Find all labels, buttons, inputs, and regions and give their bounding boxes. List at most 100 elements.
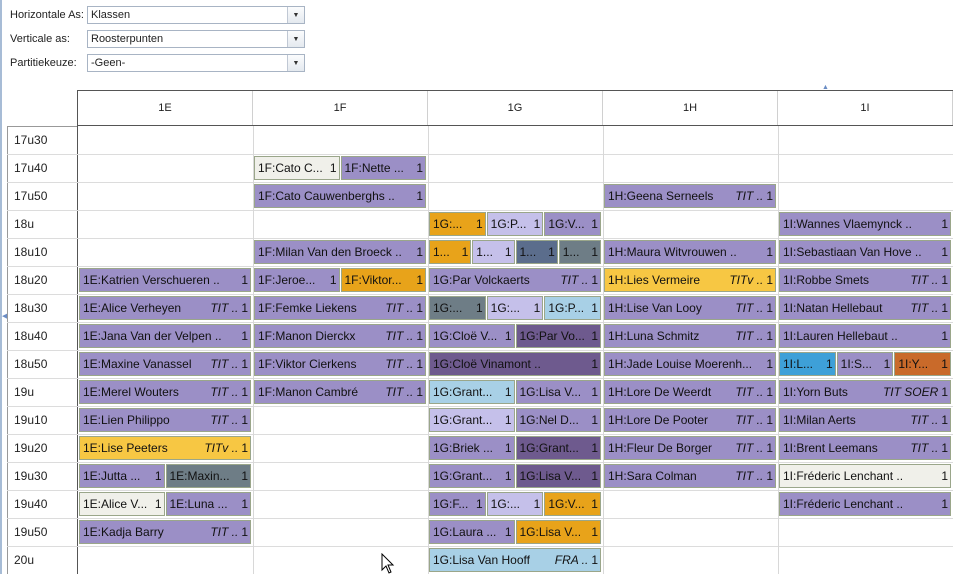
column-header-1h[interactable]: 1H (603, 91, 778, 125)
entry-count: 1 (591, 357, 598, 371)
schedule-entry[interactable]: 1I:L... 1 (779, 352, 836, 376)
schedule-entry[interactable]: 1H:Lore De Weerdt TIT .. 1 (604, 380, 776, 404)
schedule-entry[interactable]: 1G:... 1 (486, 492, 544, 516)
schedule-entry[interactable]: 1H:Lore De Pooter TIT .. 1 (604, 408, 776, 432)
schedule-entry[interactable]: 1I:Milan Aerts TIT .. 1 (779, 408, 951, 432)
schedule-entry[interactable]: 1E:Lise Peeters TITv .. 1 (79, 436, 251, 460)
schedule-entry[interactable]: 1... 1 (515, 240, 558, 264)
entry-count: 1 (766, 469, 773, 483)
schedule-entry[interactable]: 1G:Grant... 1 (429, 380, 515, 404)
schedule-entry[interactable]: 1G:Lisa V... 1 (515, 520, 601, 544)
column-header-1e[interactable]: 1E (78, 91, 253, 125)
schedule-entry[interactable]: 1I:S... 1 (836, 352, 894, 376)
time-slot-label: 17u50 (14, 189, 48, 203)
schedule-entry[interactable]: 1G:V... 1 (544, 212, 601, 236)
schedule-entry[interactable]: 1I:Sebastiaan Van Hove .. 1 (779, 240, 951, 264)
schedule-entry[interactable]: 1... 1 (429, 240, 472, 264)
schedule-entry[interactable]: 1F:Cato Cauwenberghs .. 1 (254, 184, 426, 208)
schedule-entry[interactable]: 1I:Fréderic Lenchant .. 1 (779, 464, 951, 488)
schedule-entry[interactable]: 1F:Femke Liekens TIT .. 1 (254, 296, 426, 320)
schedule-entry[interactable]: 1I:Y... 1 (894, 352, 951, 376)
schedule-entry[interactable]: 1G:Grant... 1 (515, 436, 601, 460)
schedule-entry[interactable]: 1H:Fleur De Borger TIT .. 1 (604, 436, 776, 460)
vertical-axis-combo[interactable]: Roosterpunten ▼ (87, 30, 305, 48)
schedule-entry[interactable]: 1I:Yorn Buts TIT SOER 1 (779, 380, 951, 404)
schedule-entry[interactable]: 1G:Laura ... 1 (429, 520, 515, 544)
schedule-entry[interactable]: 1E:Merel Wouters TIT .. 1 (79, 380, 251, 404)
entry-name: 1I:S... (840, 357, 873, 371)
partition-combo[interactable]: -Geen- ▼ (87, 54, 305, 72)
schedule-entry[interactable]: 1G:Cloë Vinamont .. 1 (429, 352, 601, 376)
schedule-entry[interactable]: 1E:Kadja Barry TIT .. 1 (79, 520, 251, 544)
entry-count: 1 (504, 245, 512, 259)
horizontal-axis-combo[interactable]: Klassen ▼ (87, 6, 305, 24)
schedule-entry[interactable]: 1E:Lien Philippo TIT .. 1 (79, 408, 251, 432)
schedule-entry[interactable]: 1I:Fréderic Lenchant .. 1 (779, 492, 951, 516)
entry-count: 1 (591, 217, 598, 231)
schedule-entry[interactable]: 1H:Jade Louise Moerenh... 1 (604, 352, 776, 376)
schedule-entry[interactable]: 1G:Briek ... 1 (429, 436, 515, 460)
schedule-entry[interactable]: 1I:Natan Hellebaut TIT .. 1 (779, 296, 951, 320)
schedule-entry[interactable]: 1F:Manon Dierckx TIT .. 1 (254, 324, 426, 348)
schedule-entry[interactable]: 1F:Milan Van den Broeck .. 1 (254, 240, 426, 264)
schedule-entry[interactable]: 1F:Nette ... 1 (340, 156, 426, 180)
schedule-entry[interactable]: 1H:Lise Van Looy TIT .. 1 (604, 296, 776, 320)
schedule-entry[interactable]: 1G:Cloë V... 1 (429, 324, 515, 348)
schedule-entry[interactable]: 1G:Lisa V... 1 (515, 464, 601, 488)
entry-name: 1G:Laura ... (433, 525, 497, 539)
schedule-entry[interactable]: 1I:Robbe Smets TIT .. 1 (779, 268, 951, 292)
schedule-entry[interactable]: 1H:Lies Vermeire TITv .. 1 (604, 268, 776, 292)
chevron-down-icon[interactable]: ▼ (287, 7, 304, 23)
schedule-entry[interactable]: 1G:... 1 (429, 296, 486, 320)
schedule-entry[interactable]: 1E:Luna ... 1 (165, 492, 251, 516)
schedule-entry[interactable]: 1G:Par Vo... 1 (515, 324, 601, 348)
entry-count: 1 (766, 329, 773, 343)
schedule-entry[interactable]: 1H:Maura Witvrouwen .. 1 (604, 240, 776, 264)
schedule-entry[interactable]: 1G:V... 1 (544, 492, 601, 516)
schedule-entry[interactable]: 1H:Geena Serneels TIT .. 1 (604, 184, 776, 208)
schedule-entry[interactable]: 1G:Lisa V... 1 (515, 380, 601, 404)
entry-count: 1 (533, 301, 541, 315)
schedule-entry[interactable]: 1E:Katrien Verschueren .. 1 (79, 268, 251, 292)
schedule-entry[interactable]: 1G:Nel D... 1 (515, 408, 601, 432)
schedule-entry[interactable]: 1G:... 1 (429, 212, 486, 236)
schedule-entry[interactable]: 1E:Maxine Vanassel TIT .. 1 (79, 352, 251, 376)
schedule-entry[interactable]: 1G:P... 1 (544, 296, 601, 320)
schedule-entry[interactable]: 1... 1 (472, 240, 515, 264)
schedule-entry[interactable]: 1G:Grant... 1 (429, 464, 515, 488)
schedule-entry[interactable]: 1E:Alice Verheyen TIT .. 1 (79, 296, 251, 320)
schedule-entry[interactable]: 1H:Sara Colman TIT .. 1 (604, 464, 776, 488)
schedule-entry[interactable]: 1F:Viktor Cierkens TIT .. 1 (254, 352, 426, 376)
schedule-entry[interactable]: 1E:Maxin... 1 (165, 464, 251, 488)
column-header-1g[interactable]: 1G (428, 91, 603, 125)
column-header-1i[interactable]: 1I (778, 91, 953, 125)
entry-name: 1F:Manon Dierckx (258, 329, 356, 343)
schedule-entry[interactable]: 1G:F... 1 (429, 492, 486, 516)
schedule-entry[interactable]: 1I:Lauren Hellebaut .. 1 (779, 324, 951, 348)
schedule-entry[interactable]: 1I:Wannes Vlaemynck .. 1 (779, 212, 951, 236)
row-divider (7, 322, 953, 323)
entry-subject: TIT .. (385, 357, 414, 371)
schedule-entry[interactable]: 1G:Par Volckaerts TIT .. 1 (429, 268, 601, 292)
entry-count: 1 (591, 469, 598, 483)
schedule-entry[interactable]: 1F:Jeroe... 1 (254, 268, 340, 292)
row-divider (7, 294, 953, 295)
schedule-entry[interactable]: 1F:Cato C... 1 (254, 156, 340, 180)
schedule-entry[interactable]: 1G:Lisa Van Hooff FRA .. 1 (429, 548, 601, 572)
schedule-entry[interactable]: 1G:... 1 (486, 296, 544, 320)
schedule-entry[interactable]: 1I:Brent Leemans TIT .. 1 (779, 436, 951, 460)
schedule-entry[interactable]: 1F:Viktor... 1 (340, 268, 426, 292)
chevron-down-icon[interactable]: ▼ (287, 31, 304, 47)
schedule-entry[interactable]: 1E:Jutta ... 1 (79, 464, 165, 488)
schedule-entry[interactable]: 1F:Manon Cambré TIT .. 1 (254, 380, 426, 404)
schedule-entry[interactable]: 1E:Jana Van der Velpen .. 1 (79, 324, 251, 348)
schedule-entry[interactable]: 1G:Grant... 1 (429, 408, 515, 432)
entry-name: 1G:Par Volckaerts (433, 273, 530, 287)
schedule-entry[interactable]: 1G:P... 1 (486, 212, 544, 236)
entry-count: 1 (941, 469, 948, 483)
column-header-1f[interactable]: 1F (253, 91, 428, 125)
schedule-entry[interactable]: 1E:Alice V... 1 (79, 492, 165, 516)
schedule-entry[interactable]: 1H:Luna Schmitz TIT .. 1 (604, 324, 776, 348)
chevron-down-icon[interactable]: ▼ (287, 55, 304, 71)
schedule-entry[interactable]: 1... 1 (558, 240, 601, 264)
